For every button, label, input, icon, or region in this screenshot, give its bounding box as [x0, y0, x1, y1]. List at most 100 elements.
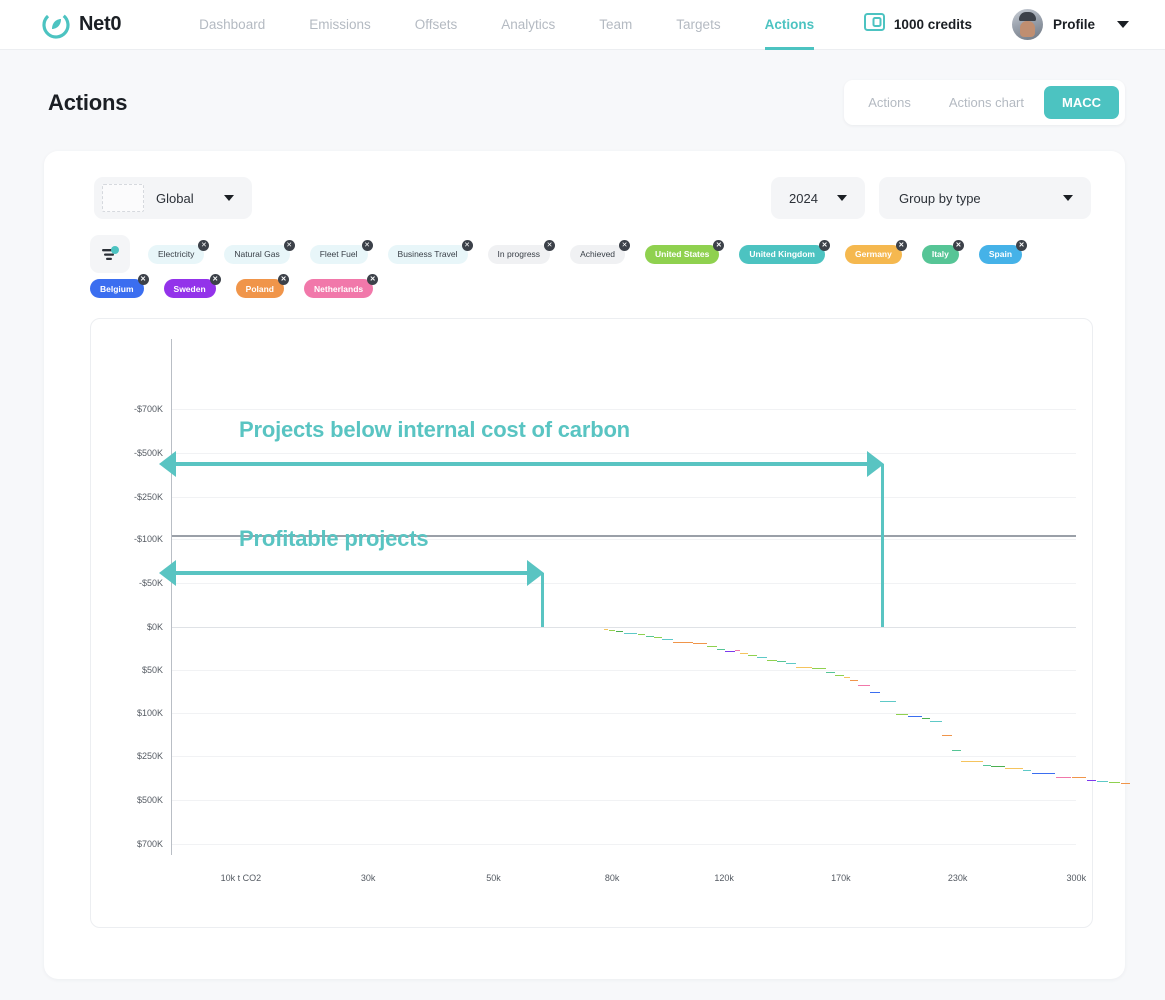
- bar[interactable]: [707, 646, 716, 647]
- tab-actions-chart[interactable]: Actions chart: [931, 86, 1042, 119]
- year-dropdown[interactable]: 2024: [771, 177, 865, 219]
- bar[interactable]: [1121, 783, 1130, 784]
- bar[interactable]: [638, 634, 645, 635]
- nav-link-actions[interactable]: Actions: [743, 0, 837, 50]
- profile-menu[interactable]: Profile: [1012, 9, 1129, 40]
- bar[interactable]: [983, 765, 990, 766]
- bar[interactable]: [616, 631, 623, 632]
- tab-actions[interactable]: Actions: [850, 86, 929, 119]
- bar[interactable]: [1072, 777, 1086, 778]
- nav-link-analytics[interactable]: Analytics: [479, 0, 577, 50]
- close-circle-icon[interactable]: ✕: [619, 240, 630, 251]
- close-circle-icon[interactable]: ✕: [819, 240, 830, 251]
- bar[interactable]: [609, 630, 615, 631]
- bar[interactable]: [735, 650, 739, 651]
- bar[interactable]: [850, 680, 857, 681]
- close-circle-icon[interactable]: ✕: [544, 240, 555, 251]
- filter-chip[interactable]: In progress✕: [488, 245, 551, 264]
- bar[interactable]: [757, 657, 766, 658]
- bar[interactable]: [930, 721, 941, 722]
- bar[interactable]: [1097, 781, 1108, 782]
- close-circle-icon[interactable]: ✕: [138, 274, 149, 285]
- bar[interactable]: [1023, 770, 1031, 771]
- bar[interactable]: [870, 692, 879, 693]
- filter-chip[interactable]: Natural Gas✕: [224, 245, 289, 264]
- nav-link-emissions[interactable]: Emissions: [287, 0, 393, 50]
- bar[interactable]: [786, 663, 795, 664]
- brand[interactable]: Net0: [42, 11, 121, 39]
- filter-chip[interactable]: Achieved✕: [570, 245, 625, 264]
- bar[interactable]: [748, 655, 756, 656]
- bar[interactable]: [942, 735, 951, 736]
- filter-chip[interactable]: United Kingdom✕: [739, 245, 825, 264]
- filter-chip[interactable]: Poland✕: [236, 279, 284, 298]
- bar[interactable]: [858, 685, 869, 686]
- filter-chip-label: In progress: [498, 249, 541, 259]
- filter-chip[interactable]: Business Travel✕: [388, 245, 468, 264]
- bar[interactable]: [646, 636, 654, 637]
- bar[interactable]: [725, 651, 734, 652]
- active-filter-chips: Electricity✕ Natural Gas✕ Fleet Fuel✕ Busin…: [68, 219, 1101, 304]
- bar[interactable]: [654, 637, 661, 638]
- filter-chip[interactable]: Spain✕: [979, 245, 1022, 264]
- region-dropdown[interactable]: Global: [94, 177, 252, 219]
- filter-chip[interactable]: Electricity✕: [148, 245, 204, 264]
- bar[interactable]: [896, 714, 907, 715]
- net0-logo-icon: [42, 11, 70, 39]
- filter-chip[interactable]: Germany✕: [845, 245, 902, 264]
- nav-link-targets[interactable]: Targets: [654, 0, 742, 50]
- close-circle-icon[interactable]: ✕: [896, 240, 907, 251]
- nav-link-team[interactable]: Team: [577, 0, 654, 50]
- filter-chip[interactable]: Belgium✕: [90, 279, 144, 298]
- close-circle-icon[interactable]: ✕: [278, 274, 289, 285]
- bar[interactable]: [991, 766, 1004, 767]
- bar[interactable]: [662, 639, 672, 640]
- filter-chip-label: Italy: [932, 249, 949, 259]
- bar[interactable]: [604, 629, 608, 630]
- close-circle-icon[interactable]: ✕: [953, 240, 964, 251]
- bar[interactable]: [1109, 782, 1120, 783]
- filter-chip[interactable]: Italy✕: [922, 245, 959, 264]
- filter-chip[interactable]: Netherlands✕: [304, 279, 373, 298]
- bar[interactable]: [1087, 780, 1096, 781]
- bar[interactable]: [952, 750, 960, 751]
- bar[interactable]: [1005, 768, 1022, 769]
- bar[interactable]: [961, 761, 982, 762]
- filter-chip[interactable]: Sweden✕: [164, 279, 216, 298]
- close-circle-icon[interactable]: ✕: [367, 274, 378, 285]
- bar[interactable]: [844, 677, 849, 678]
- bar[interactable]: [796, 667, 811, 668]
- gridline: [172, 756, 1076, 757]
- filter-chip[interactable]: Fleet Fuel✕: [310, 245, 368, 264]
- bar[interactable]: [767, 660, 776, 661]
- close-circle-icon[interactable]: ✕: [713, 240, 724, 251]
- filter-chip[interactable]: United States✕: [645, 245, 719, 264]
- tab-macc[interactable]: MACC: [1044, 86, 1119, 119]
- bar[interactable]: [826, 672, 834, 673]
- bar[interactable]: [922, 718, 929, 719]
- bar[interactable]: [740, 653, 747, 654]
- credits-indicator[interactable]: 1000 credits: [864, 13, 972, 36]
- close-circle-icon[interactable]: ✕: [462, 240, 473, 251]
- bar[interactable]: [880, 701, 895, 702]
- bar[interactable]: [673, 642, 692, 643]
- group-by-dropdown[interactable]: Group by type: [879, 177, 1091, 219]
- nav-link-dashboard[interactable]: Dashboard: [177, 0, 287, 50]
- bar[interactable]: [777, 661, 785, 662]
- close-circle-icon[interactable]: ✕: [1016, 240, 1027, 251]
- filter-sliders-icon[interactable]: [90, 235, 130, 273]
- year-dropdown-label: 2024: [789, 191, 818, 206]
- bar[interactable]: [624, 633, 637, 634]
- bar[interactable]: [908, 716, 921, 717]
- nav-link-offsets[interactable]: Offsets: [393, 0, 480, 50]
- close-circle-icon[interactable]: ✕: [198, 240, 209, 251]
- close-circle-icon[interactable]: ✕: [284, 240, 295, 251]
- bar[interactable]: [1032, 773, 1055, 774]
- bar[interactable]: [693, 643, 706, 644]
- close-circle-icon[interactable]: ✕: [210, 274, 221, 285]
- filter-chip-label: United States: [655, 249, 709, 259]
- bar[interactable]: [717, 649, 724, 650]
- bar[interactable]: [835, 675, 843, 676]
- bar[interactable]: [1056, 777, 1071, 778]
- close-circle-icon[interactable]: ✕: [362, 240, 373, 251]
